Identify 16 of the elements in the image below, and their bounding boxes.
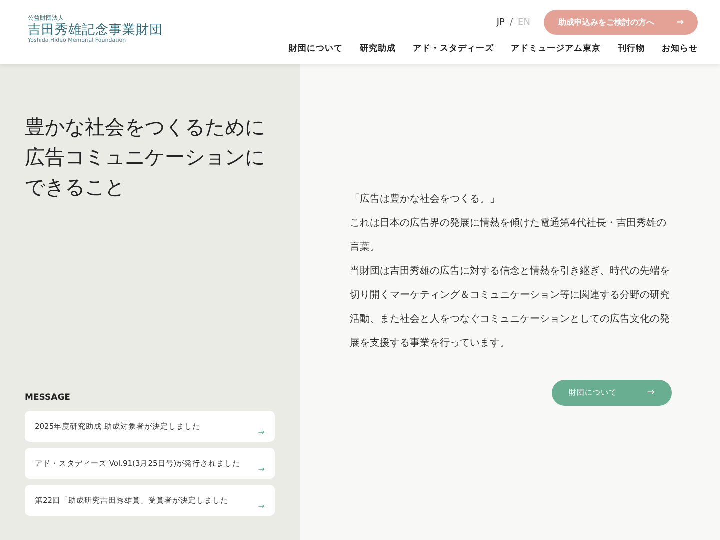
nav-link[interactable]: 研究助成 [360, 43, 396, 55]
logo-name: 吉田秀雄記念事業財団 [28, 23, 163, 38]
nav-link[interactable]: 財団について [289, 43, 343, 55]
language-separator: / [510, 18, 514, 28]
headline-line: 広告コミュニケーションに [25, 144, 266, 171]
headline-line: 豊かな社会をつくるために [25, 114, 266, 141]
nav-link[interactable]: アド・スタディーズ [413, 43, 494, 55]
headline-line: できること [25, 174, 126, 201]
intro-paragraph: これは日本の広告界の発展に情熱を傾けた電通第4代社長・吉田秀雄の言葉。 [350, 216, 668, 255]
nav-link[interactable]: お知らせ [662, 43, 698, 55]
nav-link[interactable]: アドミュージアム東京 [511, 43, 601, 55]
language-link[interactable]: JP [496, 18, 505, 28]
intro-paragraph: 「広告は豊かな社会をつくる。」 [350, 192, 501, 207]
message-heading: MESSAGE [25, 393, 72, 403]
intro-paragraph: 当財団は吉田秀雄の広告に対する信念と情熱を引き継ぎ、時代の先端を切り開くマーケティング＆コミュニケーション等に関連する分野の研究活動、また社会と人をつなぐコミュニケーションとしての広告文化の発展を支援する事業を行っています。 [350, 264, 671, 351]
nav-link[interactable]: 刊行物 [618, 43, 645, 55]
